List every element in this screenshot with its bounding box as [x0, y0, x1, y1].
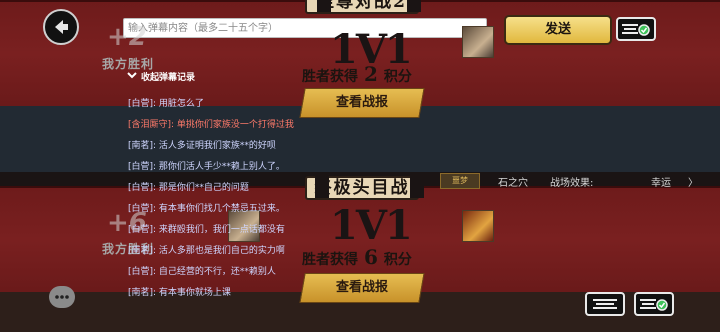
chat-text: 有本事你就场上课 — [156, 288, 231, 298]
battle1-winner-prefix: 胜者获得 — [302, 69, 358, 85]
chat-text: 有本事你们找几个禁忌五过来。 — [156, 204, 285, 214]
battle1-enemy-avatar — [462, 26, 494, 58]
chat-sender: [白菅]: — [128, 204, 157, 214]
location-label: 石之穴 — [498, 178, 528, 189]
chat-text: 那是你们**自己的问题 — [156, 183, 249, 193]
chat-sender: [白菅]: — [128, 99, 157, 109]
battle2-winner-prefix: 胜者获得 — [302, 252, 358, 268]
chat-text: 自己经营的不行，还**赖别人 — [156, 267, 276, 277]
battle1-winner-text: 胜者获得 2 积分 — [302, 62, 412, 86]
battle1-view-report-label: 查看战报 — [335, 95, 388, 110]
chat-sender: [南茗]: — [128, 141, 157, 151]
danmu-off-icon — [593, 299, 617, 309]
chat-sender: [南茗]: — [128, 288, 157, 298]
chat-sender: [白菅]: — [128, 162, 157, 172]
battle1-view-report-button[interactable]: 查看战报 — [299, 88, 425, 118]
chat-message: [含泪厮守]: 单挑你们家族没一个打得过我 — [128, 117, 294, 130]
effect-label: 战场效果: — [550, 178, 594, 189]
danmu-input[interactable]: 输入弹幕内容（最多二十五个字） — [123, 18, 487, 38]
chat-bubble-icon — [55, 295, 69, 299]
battle2-winner-suffix: 积分 — [383, 252, 412, 268]
battle2-title-banner: 终极头目战 — [305, 176, 424, 200]
chat-message: [南茗]: 活人多证明我们家族**的好呗 — [128, 138, 276, 151]
chat-text: 活人多证明我们家族**的好呗 — [156, 141, 276, 151]
back-button[interactable] — [43, 9, 79, 45]
battle2-view-report-button[interactable]: 查看战报 — [299, 273, 425, 303]
danmu-off-button[interactable] — [585, 292, 625, 316]
chat-sender: [含泪厮守]: — [128, 120, 175, 130]
chat-message: [白菅]: 那你们活人手少**赖上别人了。 — [128, 159, 285, 172]
battle2-vs-text: 1V1 — [330, 202, 413, 249]
chat-message: [白菅]: 来群殴我们，我们一点话都没有 — [128, 222, 285, 235]
effect-value: 幸运 — [651, 178, 671, 189]
battle1-plus-points: +2 — [107, 22, 147, 52]
chat-text: 活人多那也是我们自己的实力啊 — [156, 246, 285, 256]
danmu-toggle-icon — [622, 24, 650, 36]
chat-sender: [南茗]: — [128, 246, 157, 256]
fold-chat-toggle[interactable]: 收起弹幕记录 — [127, 70, 195, 83]
chevron-down-icon — [127, 72, 137, 79]
chat-text: 单挑你们家族没一个打得过我 — [174, 120, 294, 130]
chat-message: [南茗]: 有本事你就场上课 — [128, 285, 231, 298]
chat-text: 用脏怎么了 — [156, 99, 204, 109]
chat-sender: [白菅]: — [128, 225, 157, 235]
battle2-view-report-label: 查看战报 — [335, 280, 388, 295]
chat-text: 来群殴我们，我们一点话都没有 — [156, 225, 285, 235]
battle2-winner-num: 6 — [364, 245, 378, 269]
send-button[interactable]: 发送 — [504, 15, 612, 45]
chat-sender: [白菅]: — [128, 267, 157, 277]
chat-button[interactable] — [49, 286, 75, 308]
fold-chat-label: 收起弹幕记录 — [141, 73, 196, 83]
chat-message: [南茗]: 活人多那也是我们自己的实力啊 — [128, 243, 285, 256]
danmu-on-icon — [640, 299, 668, 311]
battle1-title: 至尊对战2 — [317, 0, 407, 12]
chat-message: [白菅]: 自己经营的不行，还**赖别人 — [128, 264, 276, 277]
battle1-winner-num: 2 — [364, 62, 378, 86]
chat-text: 那你们活人手少**赖上别人了。 — [156, 162, 285, 172]
battle1-title-banner: 至尊对战2 — [305, 0, 421, 14]
chat-message: [白菅]: 那是你们**自己的问题 — [128, 180, 249, 193]
back-arrow-icon — [55, 20, 68, 34]
chat-sender: [白菅]: — [128, 183, 157, 193]
battle2-winner-text: 胜者获得 6 积分 — [302, 245, 412, 269]
battle2-enemy-avatar — [462, 210, 494, 242]
chat-message: [白菅]: 有本事你们找几个禁忌五过来。 — [128, 201, 285, 214]
danmu-toggle-button[interactable] — [616, 17, 656, 41]
battle1-winner-suffix: 积分 — [383, 69, 412, 85]
battle2-title: 终极头目战 — [314, 178, 410, 198]
danmu-on-button[interactable] — [634, 292, 674, 316]
chat-message: [白菅]: 用脏怎么了 — [128, 96, 204, 109]
difficulty-tag: 噩梦 — [440, 173, 480, 189]
effect-arrow-button[interactable]: 〉 — [688, 174, 698, 189]
